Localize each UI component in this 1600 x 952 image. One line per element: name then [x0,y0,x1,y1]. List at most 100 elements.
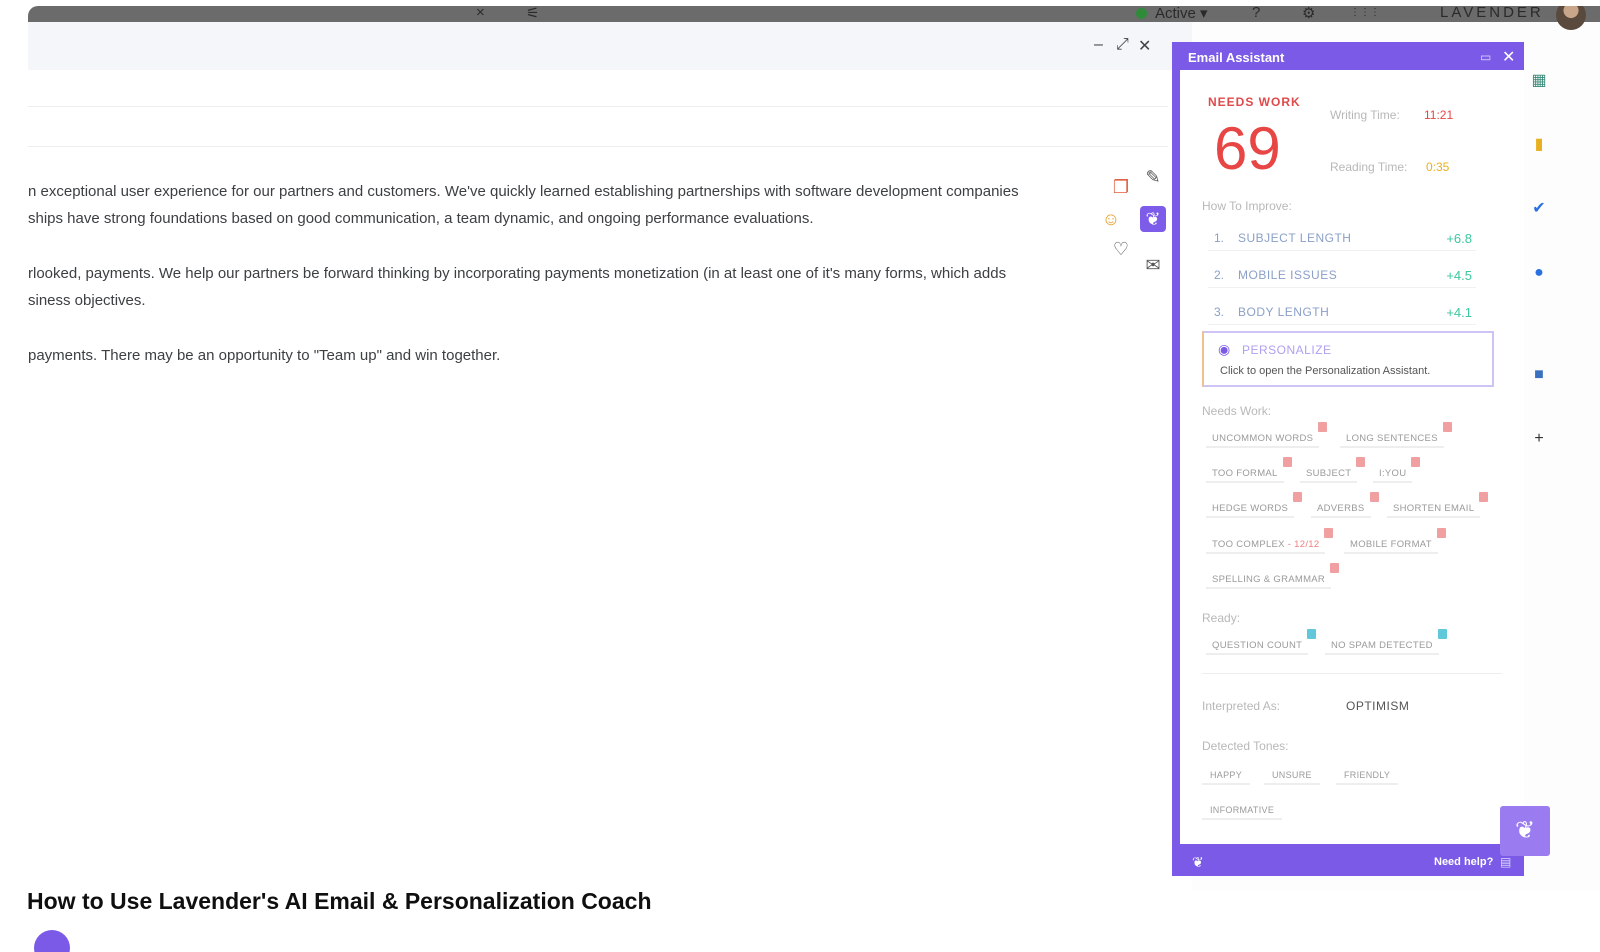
divider [1202,673,1502,674]
ready-label: Ready: [1202,611,1241,625]
video-frame[interactable]: × ⚟ Active ▾ ? ⚙ ⋮⋮⋮ LAVENDER – ⤢ ✕ n ex… [28,6,1600,891]
tone-chip[interactable]: INFORMATIVE [1202,802,1283,820]
chip-label: SHORTEN EMAIL [1393,503,1475,514]
needs-work-chip[interactable]: ADVERBS [1311,492,1379,518]
personalize-title: PERSONALIZE [1242,343,1332,357]
needs-work-chip[interactable]: SHORTEN EMAIL [1387,492,1489,518]
needs-work-chip[interactable]: HEDGE WORDS [1206,492,1303,518]
ready-chip[interactable]: QUESTION COUNT [1206,629,1317,655]
close-icon[interactable]: × [476,6,485,21]
ready-chip[interactable]: NO SPAM DETECTED [1325,629,1447,655]
improvement-rank: 2. [1214,268,1225,282]
needs-work-chip[interactable]: SUBJECT [1300,457,1366,483]
writing-time-value: 11:21 [1424,108,1454,122]
status-dropdown[interactable]: Active ▾ [1136,6,1208,22]
avatar[interactable] [34,930,70,952]
chip-label: QUESTION COUNT [1212,640,1303,651]
chip-label: MOBILE FORMAT [1350,539,1432,550]
help-icon[interactable]: ? [1252,6,1260,21]
profile-icon[interactable]: ☺ [1098,206,1124,232]
needs-work-chip[interactable]: TOO COMPLEX - 12/12 [1206,528,1334,554]
flag-icon [1442,422,1452,432]
lavender-launcher-button[interactable]: ❦ [1500,806,1550,856]
chat-icon[interactable]: ▤ [1500,855,1511,869]
heart-icon[interactable]: ♡ [1108,236,1134,262]
mail-icon[interactable]: ✉ [1140,252,1166,278]
chip-label: NO SPAM DETECTED [1331,640,1433,651]
gear-icon[interactable]: ⚙ [1302,6,1315,22]
keep-icon[interactable]: ▮ [1528,134,1550,156]
chip-label: TOO COMPLEX [1212,539,1285,550]
needs-work-chip[interactable]: LONG SENTENCES [1340,422,1452,448]
flag-icon [1436,528,1446,538]
body-line: payments. There may be an opportunity to… [28,347,501,364]
needs-work-chip[interactable]: MOBILE FORMAT [1344,528,1446,554]
flag-icon [1324,528,1334,538]
flag-icon [1411,457,1421,467]
meet-icon[interactable]: ■ [1528,364,1550,386]
apps-grid-icon[interactable]: ⋮⋮⋮ [1350,7,1380,18]
improvement-item[interactable]: 1. SUBJECT LENGTH +6.8 [1208,229,1476,251]
writing-time-label: Writing Time: [1330,108,1400,122]
check-icon [1307,629,1317,639]
flag-icon [1369,492,1379,502]
improvement-name: MOBILE ISSUES [1238,268,1338,282]
needs-work-chip[interactable]: UNCOMMON WORDS [1206,422,1328,448]
avatar[interactable] [1556,6,1586,30]
chip-label: TOO FORMAL [1212,468,1278,479]
flag-icon [1293,492,1303,502]
body-line: ships have strong foundations based on g… [28,210,814,227]
close-icon[interactable]: ✕ [1138,36,1151,56]
chip-detail: - 12/12 [1284,539,1320,550]
needs-work-chip[interactable]: I:YOU [1373,457,1421,483]
filter-icon[interactable]: ⚟ [526,6,539,22]
reading-time-label: Reading Time: [1330,160,1408,174]
flag-icon [1318,422,1328,432]
gmail-top-bar: × ⚟ Active ▾ ? ⚙ ⋮⋮⋮ LAVENDER [28,6,1600,30]
need-help-link[interactable]: Need help? [1434,856,1493,868]
add-icon[interactable]: + [1528,428,1550,450]
tone-chip[interactable]: UNSURE [1264,767,1320,785]
flag-icon [1330,563,1340,573]
personalize-description: Click to open the Personalization Assist… [1220,365,1431,377]
tones-label: Detected Tones: [1202,739,1289,753]
lavender-icon[interactable]: ❦ [1140,206,1166,232]
interpreted-value: OPTIMISM [1346,699,1410,713]
pen-icon[interactable]: ✎ [1140,164,1166,190]
chip-label: UNCOMMON WORDS [1212,433,1314,444]
assistant-body: NEEDS WORK 69 Writing Time: 11:21 Readin… [1180,70,1524,844]
status-label: Active ▾ [1155,6,1208,22]
flag-icon [1282,457,1292,467]
chip-label: ADVERBS [1317,503,1365,514]
video-title[interactable]: How to Use Lavender's AI Email & Persona… [27,888,652,915]
brand-logo: LAVENDER [1440,6,1544,21]
status-dot-icon [1136,8,1147,19]
tasks-icon[interactable]: ✔ [1528,198,1550,220]
improvement-item[interactable]: 2. MOBILE ISSUES +4.5 [1208,266,1476,288]
expand-icon[interactable]: ⤢ [1116,36,1129,54]
needs-work-chip[interactable]: TOO FORMAL [1206,457,1292,483]
contacts-icon[interactable]: ● [1528,262,1550,284]
improvement-item[interactable]: 3. BODY LENGTH +4.1 [1208,303,1476,325]
close-icon[interactable]: ✕ [1502,47,1515,67]
clipboard-icon[interactable]: ❐ [1108,174,1134,200]
minimize-icon[interactable]: ▭ [1480,50,1491,64]
tone-chip[interactable]: FRIENDLY [1336,767,1399,785]
screenshot: × ⚟ Active ▾ ? ⚙ ⋮⋮⋮ LAVENDER – ⤢ ✕ n ex… [0,0,1600,952]
improvement-gain: +6.8 [1446,231,1472,246]
flag-icon [1356,457,1366,467]
minimize-icon[interactable]: – [1094,36,1103,54]
lavender-logo-icon: ❦ [1192,854,1204,870]
needs-work-chip[interactable]: SPELLING & GRAMMAR [1206,563,1340,589]
chip-label: HEDGE WORDS [1212,503,1289,514]
tone-chip[interactable]: HAPPY [1202,767,1251,785]
panel-title: Email Assistant [1188,50,1285,65]
sheets-icon[interactable]: ▦ [1528,70,1550,92]
improvement-name: BODY LENGTH [1238,305,1330,319]
personalize-button[interactable]: ◉ PERSONALIZE Click to open the Personal… [1202,331,1494,387]
score-status: NEEDS WORK [1208,95,1301,109]
flag-icon [1479,492,1489,502]
improvement-gain: +4.1 [1446,305,1472,320]
improvement-rank: 1. [1214,231,1225,245]
body-line: siness objectives. [28,292,146,309]
